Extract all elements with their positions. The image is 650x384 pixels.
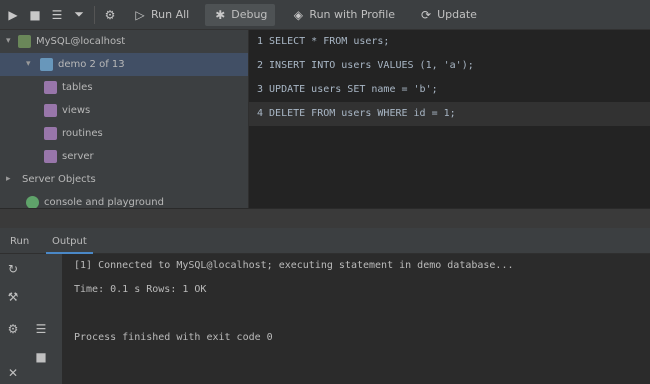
console-line: Process finished with exit code 0 <box>74 332 273 343</box>
list-icon[interactable]: ☰ <box>34 322 48 336</box>
database-tree: ▾ MySQL@localhost ▾ demo 2 of 13 tables … <box>0 30 248 208</box>
tree-item-tables[interactable]: tables <box>0 76 248 99</box>
tree-item-server-objects[interactable]: ▸ Server Objects <box>0 168 248 191</box>
console-icon <box>26 196 39 208</box>
console-output: [1] Connected to MySQL@localhost; execut… <box>62 254 650 384</box>
console-line: Time: 0.1 s Rows: 1 OK <box>74 284 207 295</box>
sql-editor[interactable]: 1 SELECT * FROM users; 2 INSERT INTO use… <box>248 30 650 208</box>
debug-label: Debug <box>231 8 268 21</box>
database-icon <box>18 35 31 48</box>
tool-sidebar: ↻ ⚒ ⚙ ☰ ■ ✕ <box>0 254 62 384</box>
table-icon <box>44 81 57 94</box>
routine-icon <box>44 127 57 140</box>
profile-icon: ◈ <box>293 7 304 22</box>
settings-icon[interactable]: ⚙ <box>6 322 20 336</box>
update-icon: ⟳ <box>421 7 432 22</box>
tab-run[interactable]: Run <box>4 232 35 252</box>
tree-item-label: server <box>62 151 94 162</box>
tree-item-label: views <box>62 105 91 116</box>
stop-icon[interactable]: ■ <box>28 8 42 22</box>
editor-line: 3 UPDATE users SET name = 'b'; <box>257 84 438 95</box>
tree-item-routines[interactable]: routines <box>0 122 248 145</box>
tree-item-views[interactable]: views <box>0 99 248 122</box>
tree-item-label: console and playground <box>44 197 164 208</box>
bottom-tabbar: Run Output <box>0 228 650 254</box>
update-label: Update <box>437 8 477 21</box>
tree-item-label: routines <box>62 128 103 139</box>
tree-item-schema[interactable]: ▾ demo 2 of 13 <box>0 53 248 76</box>
tree-item-label: tables <box>62 82 93 93</box>
run-all-label: Run All <box>151 8 190 21</box>
chevron-right-icon[interactable]: ▸ <box>6 168 11 191</box>
main-toolbar: ▶ ■ ☰ ⏷ ⚙ ▷ Run All ✱ Debug ◈ Run with P… <box>0 0 650 30</box>
view-icon <box>44 104 57 117</box>
chevron-down-icon[interactable]: ▾ <box>6 30 11 53</box>
debug-button[interactable]: ✱ Debug <box>205 3 276 26</box>
run-with-profile-button[interactable]: ◈ Run with Profile <box>283 4 403 26</box>
tree-item-label: demo 2 of 13 <box>58 59 125 70</box>
gear-icon[interactable]: ⚙ <box>103 8 117 22</box>
wrench-icon[interactable]: ⚒ <box>6 290 20 304</box>
editor-line: 2 INSERT INTO users VALUES (1, 'a'); <box>257 60 474 71</box>
chevron-down-icon[interactable]: ▾ <box>26 53 31 76</box>
debug-icon: ✱ <box>215 7 226 22</box>
update-button[interactable]: ⟳ Update <box>411 4 485 26</box>
editor-line: 1 SELECT * FROM users; <box>257 36 390 47</box>
list-icon[interactable]: ☰ <box>50 8 64 22</box>
panel-splitter[interactable] <box>0 208 650 229</box>
server-icon <box>44 150 57 163</box>
close-icon[interactable]: ✕ <box>6 366 20 380</box>
play-icon[interactable]: ▶ <box>6 8 20 22</box>
tree-item-server[interactable]: ▾ MySQL@localhost <box>0 30 248 53</box>
tree-item-label: Server Objects <box>22 174 96 185</box>
stop-icon[interactable]: ■ <box>34 350 48 364</box>
console-line: [1] Connected to MySQL@localhost; execut… <box>74 260 514 271</box>
tab-output[interactable]: Output <box>46 232 93 254</box>
editor-line-current: 4 DELETE FROM users WHERE id = 1; <box>249 102 650 126</box>
schema-icon <box>40 58 53 71</box>
run-with-profile-label: Run with Profile <box>309 8 396 21</box>
run-all-button[interactable]: ▷ Run All <box>125 4 197 26</box>
run-icon: ▷ <box>135 7 145 22</box>
toolbar-divider <box>94 5 95 24</box>
tree-item-label: MySQL@localhost <box>36 36 126 47</box>
filter-icon[interactable]: ⏷ <box>72 7 86 22</box>
rerun-icon[interactable]: ↻ <box>6 262 20 276</box>
tree-item-server-node[interactable]: server <box>0 145 248 168</box>
tree-item-console[interactable]: console and playground <box>0 191 248 208</box>
